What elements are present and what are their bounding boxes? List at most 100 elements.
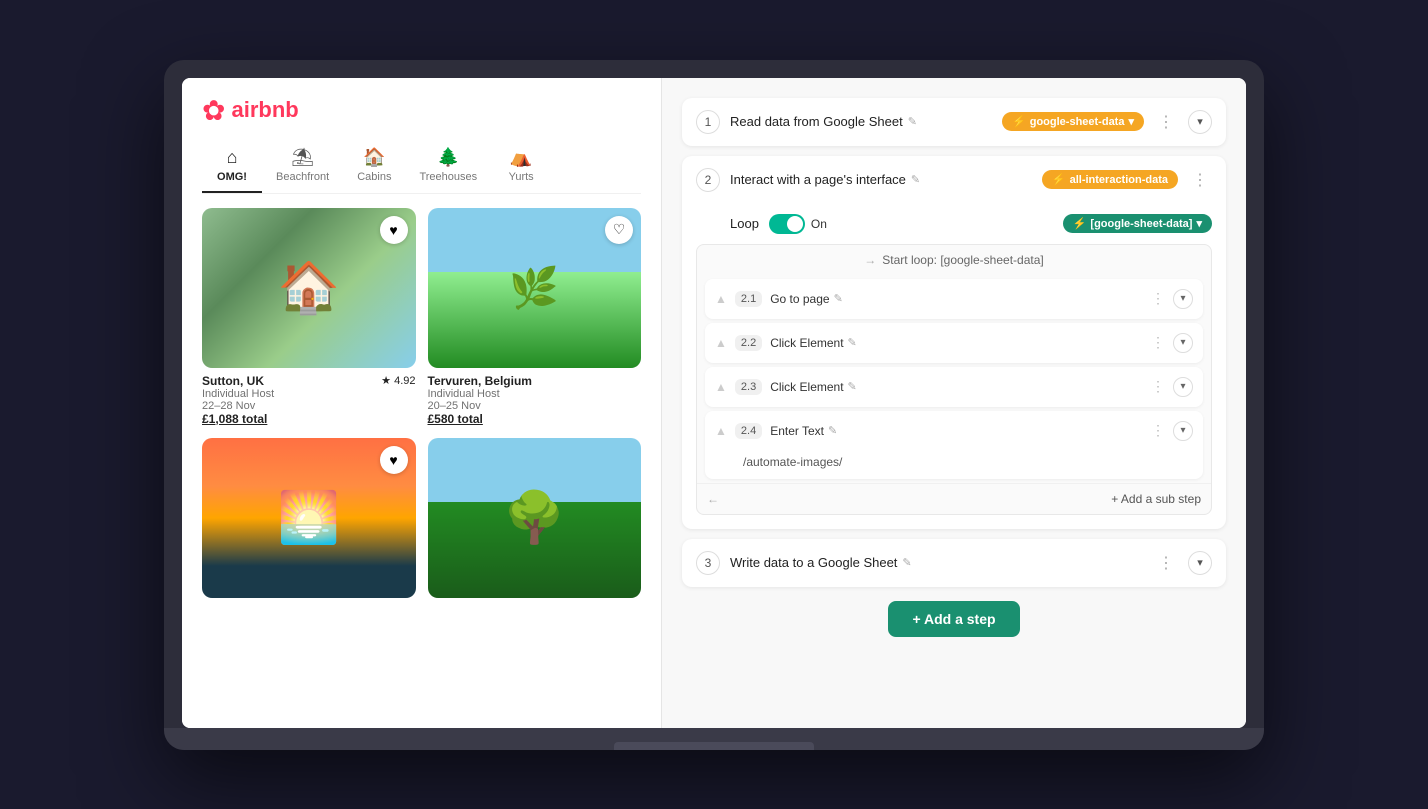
sub-chevron-2-3[interactable]: ▾: [1173, 377, 1193, 397]
step-header-3: 3 Write data to a Google Sheet ✎ ⋮ ▾: [682, 539, 1226, 587]
step-header-2: 2 Interact with a page's interface ✎ ⚡ a…: [682, 156, 1226, 204]
step-badge-1[interactable]: ⚡ google-sheet-data ▾: [1002, 112, 1144, 131]
heart-button-1[interactable]: ♥: [380, 216, 408, 244]
edit-icon-2[interactable]: ✎: [911, 173, 920, 186]
heart-button-3[interactable]: ♥: [380, 446, 408, 474]
sub-more-2-4[interactable]: ⋮: [1151, 422, 1165, 439]
add-sub-step-bar: ← + Add a sub step: [697, 483, 1211, 514]
sub-step-header-2-3: ▲ 2.3 Click Element ✎ ⋮ ▾: [705, 367, 1203, 407]
edit-icon-3[interactable]: ✎: [902, 556, 911, 569]
loop-title-text: Start loop: [google-sheet-data]: [882, 253, 1043, 267]
loop-header: Loop On ⚡ [google-sheet-data] ▾: [682, 204, 1226, 244]
sub-step-2-3: ▲ 2.3 Click Element ✎ ⋮ ▾: [705, 367, 1203, 407]
step-header-1: 1 Read data from Google Sheet ✎ ⚡ google…: [682, 98, 1226, 146]
step-number-2: 2: [696, 168, 720, 192]
nav-label-cabins: Cabins: [357, 171, 391, 183]
badge-chevron-1: ▾: [1128, 115, 1134, 128]
sub-title-2-3: Click Element ✎: [770, 380, 1143, 394]
airbnb-nav: ⌂ OMG! ⛱ Beachfront 🏠 Cabins 🌲 Treehouse…: [202, 141, 641, 194]
sub-more-2-2[interactable]: ⋮: [1151, 334, 1165, 351]
laptop-frame: ✿ airbnb ⌂ OMG! ⛱ Beachfront 🏠 Cabins: [164, 60, 1264, 750]
listing-card-4[interactable]: [428, 438, 642, 598]
sub-edit-2-2[interactable]: ✎: [848, 336, 857, 349]
up-arrow-2-2[interactable]: ▲: [715, 336, 727, 350]
listing-card-2[interactable]: ♡ Tervuren, Belgium Individual Host 20–2…: [428, 208, 642, 426]
nav-label-beachfront: Beachfront: [276, 171, 329, 183]
step-number-3: 3: [696, 551, 720, 575]
loop-badge[interactable]: ⚡ [google-sheet-data] ▾: [1063, 214, 1212, 233]
step-title-text-3: Write data to a Google Sheet: [730, 555, 897, 570]
airbnb-logo-text: airbnb: [231, 97, 298, 123]
listing-price-1: £1,088 total: [202, 412, 416, 426]
listing-card-3[interactable]: ♥: [202, 438, 416, 598]
nav-item-cabins[interactable]: 🏠 Cabins: [343, 141, 405, 193]
more-menu-3[interactable]: ⋮: [1154, 553, 1178, 573]
loop-toggle[interactable]: [769, 214, 805, 234]
sub-more-2-3[interactable]: ⋮: [1151, 378, 1165, 395]
listing-dates-2: 20–25 Nov: [428, 400, 642, 412]
collapse-3[interactable]: ▾: [1188, 551, 1212, 575]
sub-edit-2-1[interactable]: ✎: [834, 292, 843, 305]
listing-title-row-2: Tervuren, Belgium: [428, 374, 642, 388]
listing-info-1: Sutton, UK ★ 4.92 Individual Host 22–28 …: [202, 368, 416, 426]
laptop-base: [164, 728, 1264, 750]
omg-icon: ⌂: [227, 147, 238, 168]
step-title-2: Interact with a page's interface ✎: [730, 172, 1032, 187]
listing-image-4: [428, 438, 642, 598]
airbnb-panel: ✿ airbnb ⌂ OMG! ⛱ Beachfront 🏠 Cabins: [182, 78, 662, 728]
toggle-on-label: On: [811, 217, 827, 231]
sub-chevron-2-2[interactable]: ▾: [1173, 333, 1193, 353]
sub-step-2-1: ▲ 2.1 Go to page ✎ ⋮ ▾: [705, 279, 1203, 319]
sub-more-2-1[interactable]: ⋮: [1151, 290, 1165, 307]
step-card-3: 3 Write data to a Google Sheet ✎ ⋮ ▾: [682, 539, 1226, 587]
loop-title-bar: → Start loop: [google-sheet-data]: [697, 245, 1211, 275]
collapse-1[interactable]: ▾: [1188, 110, 1212, 134]
nav-item-beachfront[interactable]: ⛱ Beachfront: [262, 141, 343, 193]
up-arrow-2-3[interactable]: ▲: [715, 380, 727, 394]
yurts-icon: ⛺: [510, 147, 532, 168]
sub-title-text-2-4: Enter Text: [770, 424, 824, 438]
step-card-1: 1 Read data from Google Sheet ✎ ⚡ google…: [682, 98, 1226, 146]
sub-edit-2-3[interactable]: ✎: [848, 380, 857, 393]
sub-step-2-4: ▲ 2.4 Enter Text ✎ ⋮ ▾ /automate-images/: [705, 411, 1203, 479]
sub-edit-2-4[interactable]: ✎: [828, 424, 837, 437]
listing-rating-1: ★ 4.92: [381, 374, 415, 387]
laptop-screen: ✿ airbnb ⌂ OMG! ⛱ Beachfront 🏠 Cabins: [182, 78, 1246, 728]
sub-number-2-2: 2.2: [735, 335, 762, 351]
sub-number-2-3: 2.3: [735, 379, 762, 395]
airbnb-logo: ✿ airbnb: [202, 94, 641, 127]
sub-step-header-2-4: ▲ 2.4 Enter Text ✎ ⋮ ▾: [705, 411, 1203, 451]
loop-bolt-icon: ⚡: [1073, 217, 1087, 230]
badge-text-1: google-sheet-data: [1030, 116, 1125, 128]
step-badge-2[interactable]: ⚡ all-interaction-data: [1042, 170, 1178, 189]
badge-text-2: all-interaction-data: [1070, 174, 1168, 186]
loop-badge-chevron: ▾: [1196, 217, 1202, 230]
add-step-button[interactable]: + Add a step: [888, 601, 1019, 637]
listing-image-3: ♥: [202, 438, 416, 598]
up-arrow-2-4[interactable]: ▲: [715, 424, 727, 438]
nav-item-yurts[interactable]: ⛺ Yurts: [491, 141, 551, 193]
sub-title-2-2: Click Element ✎: [770, 336, 1143, 350]
sub-step-2-2: ▲ 2.2 Click Element ✎ ⋮ ▾: [705, 323, 1203, 363]
sub-title-text-2-3: Click Element: [770, 380, 843, 394]
up-arrow-2-1[interactable]: ▲: [715, 292, 727, 306]
treehouses-icon: 🌲: [437, 147, 459, 168]
toggle-wrapper: On: [769, 214, 827, 234]
more-menu-1[interactable]: ⋮: [1154, 112, 1178, 132]
nav-item-omg[interactable]: ⌂ OMG!: [202, 141, 262, 193]
bolt-icon-2: ⚡: [1052, 173, 1066, 186]
heart-button-2[interactable]: ♡: [605, 216, 633, 244]
more-menu-2[interactable]: ⋮: [1188, 170, 1212, 190]
add-sub-step-button[interactable]: + Add a sub step: [1111, 492, 1201, 506]
edit-icon-1[interactable]: ✎: [908, 115, 917, 128]
listing-image-2: ♡: [428, 208, 642, 368]
sub-chevron-2-1[interactable]: ▾: [1173, 289, 1193, 309]
cabins-icon: 🏠: [363, 147, 385, 168]
step-card-2: 2 Interact with a page's interface ✎ ⚡ a…: [682, 156, 1226, 529]
automation-panel: 1 Read data from Google Sheet ✎ ⚡ google…: [662, 78, 1246, 728]
sub-title-2-1: Go to page ✎: [770, 292, 1143, 306]
nav-item-treehouses[interactable]: 🌲 Treehouses: [405, 141, 491, 193]
sub-chevron-2-4[interactable]: ▾: [1173, 421, 1193, 441]
nav-label-yurts: Yurts: [509, 171, 534, 183]
listing-card-1[interactable]: ♥ Sutton, UK ★ 4.92 Individual Host 22–2…: [202, 208, 416, 426]
